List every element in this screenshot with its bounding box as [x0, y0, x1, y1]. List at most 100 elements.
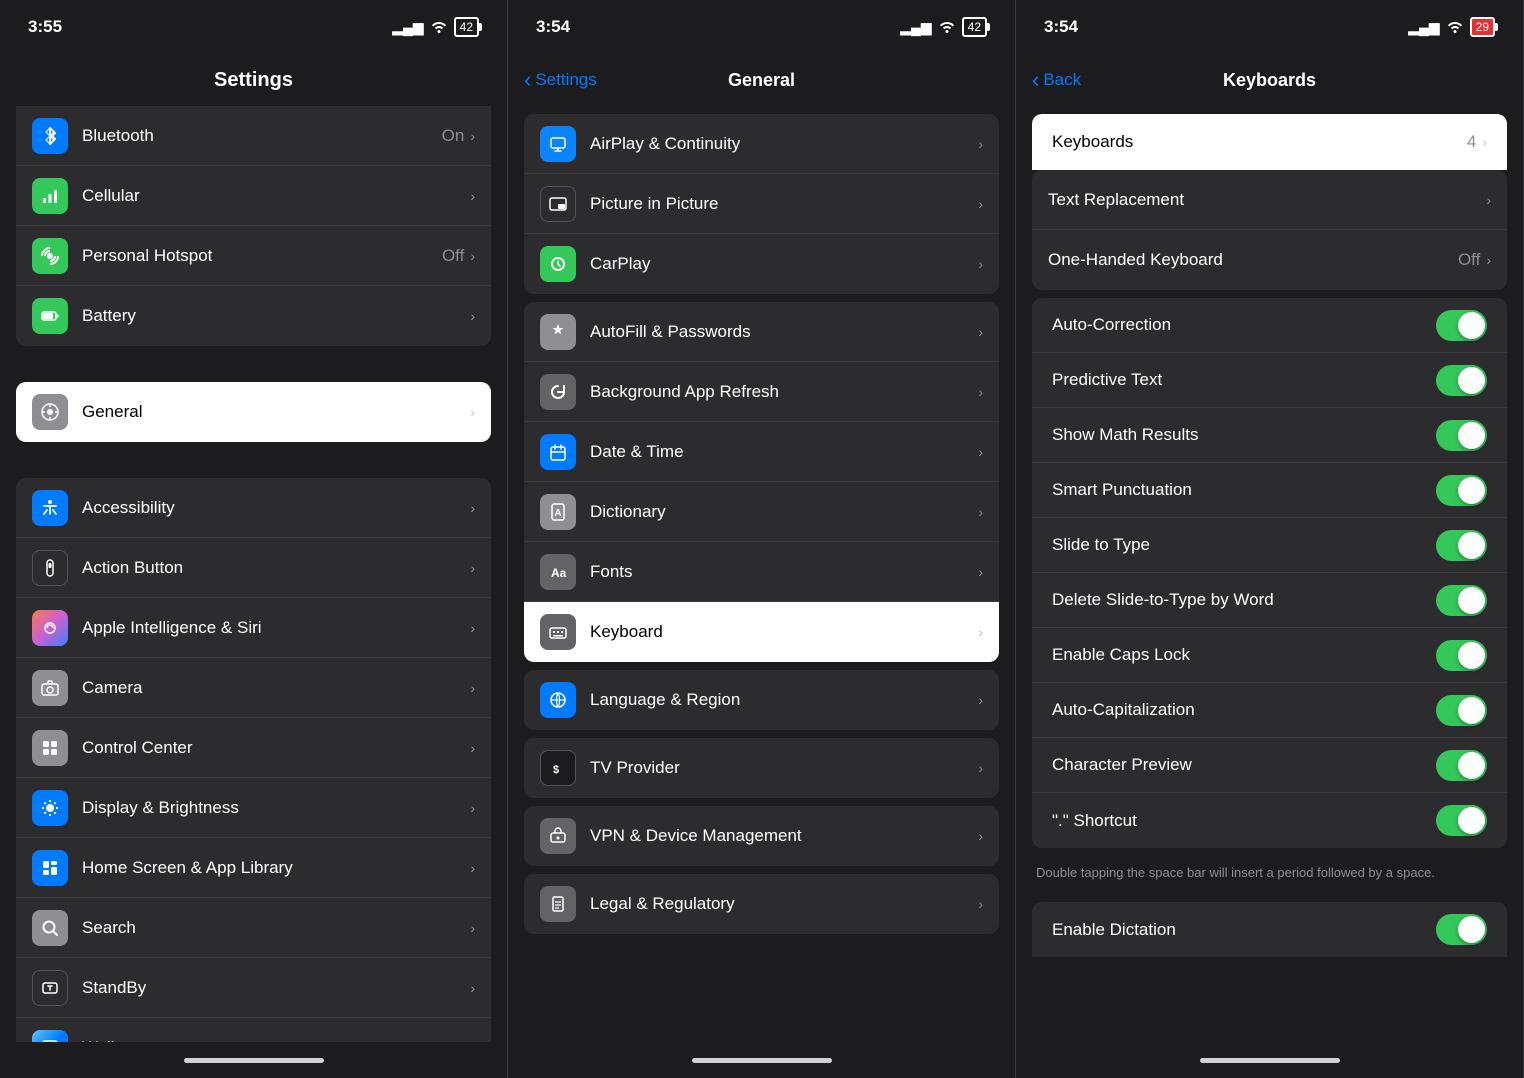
- home-screen-right: ›: [470, 860, 475, 876]
- sidebar-item-control-center[interactable]: Control Center ›: [16, 718, 491, 778]
- siri-content: Apple Intelligence & Siri ›: [82, 618, 475, 638]
- list-item-airplay[interactable]: AirPlay & Continuity ›: [524, 114, 999, 174]
- list-item-autofill[interactable]: AutoFill & Passwords ›: [524, 302, 999, 362]
- settings-list-1: Bluetooth On › Cellular: [0, 106, 507, 1042]
- fonts-label: Fonts: [590, 562, 633, 582]
- sidebar-item-camera[interactable]: Camera ›: [16, 658, 491, 718]
- display-label: Display & Brightness: [82, 798, 239, 818]
- panel-general: 3:54 ▂▄▆ 42 ‹ Settings General: [508, 0, 1016, 1078]
- nav-bar-2: ‹ Settings General: [508, 54, 1015, 106]
- wallpaper-label: Wallpaper: [82, 1038, 158, 1042]
- control-center-right: ›: [470, 740, 475, 756]
- section-general: General ›: [16, 382, 491, 442]
- list-item-carplay[interactable]: CarPlay ›: [524, 234, 999, 294]
- sidebar-item-home-screen[interactable]: Home Screen & App Library ›: [16, 838, 491, 898]
- page-title-1: Settings: [214, 69, 293, 92]
- dictation-label: Enable Dictation: [1052, 920, 1176, 940]
- section-g4: $ TV Provider ›: [524, 738, 999, 798]
- list-item-background-refresh[interactable]: Background App Refresh ›: [524, 362, 999, 422]
- panel-keyboards: 3:54 ▂▄▆ 29 ‹ Back Keyboards Keyboards: [1016, 0, 1524, 1078]
- auto-correction-toggle[interactable]: [1436, 310, 1487, 341]
- sidebar-item-cellular[interactable]: Cellular ›: [16, 166, 491, 226]
- slide-toggle[interactable]: [1436, 530, 1487, 561]
- control-center-label: Control Center: [82, 738, 193, 758]
- search-icon: [32, 910, 68, 946]
- language-icon: [540, 682, 576, 718]
- period-hint: Double tapping the space bar will insert…: [1016, 856, 1523, 894]
- back-button-3[interactable]: ‹ Back: [1032, 67, 1081, 93]
- legal-icon: [540, 886, 576, 922]
- predictive-text-toggle[interactable]: [1436, 365, 1487, 396]
- keyboard-chevron: ›: [978, 624, 983, 640]
- back-arrow-icon-3: ‹: [1032, 67, 1039, 93]
- list-item-text-replacement[interactable]: Text Replacement ›: [1032, 170, 1507, 230]
- list-item-pip[interactable]: Picture in Picture ›: [524, 174, 999, 234]
- general-chevron: ›: [470, 404, 475, 420]
- list-item-date-time[interactable]: Date & Time ›: [524, 422, 999, 482]
- keyboards-count: 4: [1467, 132, 1476, 152]
- date-time-label: Date & Time: [590, 442, 684, 462]
- sidebar-item-standby[interactable]: StandBy ›: [16, 958, 491, 1018]
- keyboards-top-item[interactable]: Keyboards 4 ›: [1032, 114, 1507, 170]
- char-preview-toggle[interactable]: [1436, 750, 1487, 781]
- bluetooth-chevron: ›: [470, 128, 475, 144]
- keyboard-label: Keyboard: [590, 622, 663, 642]
- search-right: ›: [470, 920, 475, 936]
- hotspot-value: Off: [442, 246, 464, 266]
- caps-lock-toggle[interactable]: [1436, 640, 1487, 671]
- battery-content: Battery ›: [82, 306, 475, 326]
- sidebar-item-battery[interactable]: Battery ›: [16, 286, 491, 346]
- list-item-fonts[interactable]: Aa Fonts ›: [524, 542, 999, 602]
- list-item-one-handed[interactable]: One-Handed Keyboard Off ›: [1032, 230, 1507, 290]
- airplay-icon: [540, 126, 576, 162]
- airplay-chevron: ›: [978, 136, 983, 152]
- vpn-label: VPN & Device Management: [590, 826, 802, 846]
- carplay-label: CarPlay: [590, 254, 650, 274]
- sidebar-item-hotspot[interactable]: Personal Hotspot Off ›: [16, 226, 491, 286]
- sidebar-item-wallpaper[interactable]: Wallpaper ›: [16, 1018, 491, 1042]
- period-shortcut-toggle[interactable]: [1436, 805, 1487, 836]
- control-center-content: Control Center ›: [82, 738, 475, 758]
- legal-label: Legal & Regulatory: [590, 894, 735, 914]
- list-item-language[interactable]: Language & Region ›: [524, 670, 999, 730]
- fonts-icon: Aa: [540, 554, 576, 590]
- auto-cap-toggle[interactable]: [1436, 695, 1487, 726]
- sidebar-item-siri[interactable]: Apple Intelligence & Siri ›: [16, 598, 491, 658]
- pip-chevron: ›: [978, 196, 983, 212]
- one-handed-chevron: ›: [1486, 252, 1491, 268]
- sidebar-item-accessibility[interactable]: Accessibility ›: [16, 478, 491, 538]
- home-screen-content: Home Screen & App Library ›: [82, 858, 475, 878]
- sidebar-item-action-button[interactable]: Action Button ›: [16, 538, 491, 598]
- panel-settings: 3:55 ▂▄▆ 42 Settings: [0, 0, 508, 1078]
- list-item-keyboard[interactable]: Keyboard ›: [524, 602, 999, 662]
- bluetooth-icon: [32, 118, 68, 154]
- list-item-vpn[interactable]: VPN & Device Management ›: [524, 806, 999, 866]
- hotspot-right: Off ›: [442, 246, 475, 266]
- sidebar-item-search[interactable]: Search ›: [16, 898, 491, 958]
- time-1: 3:55: [28, 17, 62, 37]
- battery-icon: 42: [454, 17, 479, 37]
- sidebar-item-general[interactable]: General ›: [16, 382, 491, 442]
- airplay-label: AirPlay & Continuity: [590, 134, 740, 154]
- sidebar-item-display[interactable]: Display & Brightness ›: [16, 778, 491, 838]
- home-bar-3: [1200, 1058, 1340, 1063]
- section-network: Bluetooth On › Cellular: [16, 106, 491, 346]
- delete-slide-label: Delete Slide-to-Type by Word: [1052, 590, 1274, 610]
- delete-slide-toggle[interactable]: [1436, 585, 1487, 616]
- dictation-toggle[interactable]: [1436, 914, 1487, 945]
- back-label-3: Back: [1043, 70, 1081, 90]
- wifi-icon-3: [1446, 19, 1464, 36]
- sidebar-item-bluetooth[interactable]: Bluetooth On ›: [16, 106, 491, 166]
- list-item-dictionary[interactable]: A Dictionary ›: [524, 482, 999, 542]
- battery-icon-3: 29: [1470, 17, 1495, 37]
- back-button-2[interactable]: ‹ Settings: [524, 67, 597, 93]
- math-results-toggle[interactable]: [1436, 420, 1487, 451]
- tv-content: TV Provider ›: [590, 758, 983, 778]
- one-handed-content: One-Handed Keyboard Off ›: [1048, 250, 1491, 270]
- list-item-tv[interactable]: $ TV Provider ›: [524, 738, 999, 798]
- fonts-chevron: ›: [978, 564, 983, 580]
- list-item-legal[interactable]: Legal & Regulatory ›: [524, 874, 999, 934]
- toggle-row-auto-correction: Auto-Correction: [1032, 298, 1507, 353]
- smart-punct-toggle[interactable]: [1436, 475, 1487, 506]
- action-button-chevron: ›: [470, 560, 475, 576]
